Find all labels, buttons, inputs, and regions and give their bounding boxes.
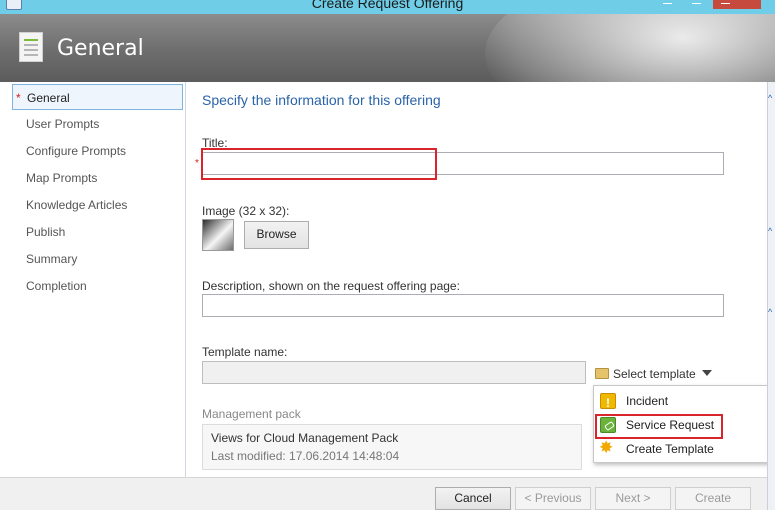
sidebar-item-general[interactable]: * General	[12, 84, 183, 110]
management-pack-label: Management pack	[202, 407, 301, 421]
menu-item-label: Create Template	[626, 442, 714, 456]
page-title: General	[57, 36, 144, 61]
sidebar-item-label: Configure Prompts	[26, 144, 127, 158]
title-bar: Create Request Offering	[0, 0, 775, 14]
required-marker: *	[195, 158, 199, 169]
sidebar-item-completion[interactable]: Completion	[12, 273, 183, 299]
title-input-highlight	[201, 148, 437, 180]
image-preview	[202, 219, 234, 251]
chevron-up-icon: ^	[768, 226, 773, 236]
description-input[interactable]	[202, 294, 724, 317]
minimize-button[interactable]	[655, 0, 679, 9]
chevron-down-icon	[701, 370, 712, 376]
management-pack-name: Views for Cloud Management Pack	[211, 431, 399, 445]
sidebar-item-label: Knowledge Articles	[26, 198, 128, 212]
wizard-header: General	[0, 14, 775, 82]
background-window-edge: ^ ^ ^	[767, 82, 775, 510]
menu-item-label: Incident	[626, 394, 669, 408]
management-pack-box: Views for Cloud Management Pack Last mod…	[202, 424, 582, 470]
browse-button[interactable]: Browse	[244, 221, 309, 249]
sidebar-item-label: Summary	[26, 252, 78, 266]
template-menu: Incident Service Request ✸ Create Templa…	[593, 385, 775, 463]
select-template-button[interactable]: Select template	[595, 365, 712, 383]
incident-icon	[600, 391, 616, 415]
sidebar-item-knowledge-articles[interactable]: Knowledge Articles	[12, 192, 183, 218]
create-button[interactable]: Create	[675, 487, 751, 510]
chevron-up-icon: ^	[768, 93, 773, 103]
close-button[interactable]	[713, 0, 761, 9]
section-title: Specify the information for this offerin…	[202, 92, 441, 108]
sidebar-item-label: Map Prompts	[26, 171, 98, 185]
select-template-label: Select template	[613, 367, 696, 381]
image-label: Image (32 x 32):	[202, 204, 290, 218]
menu-item-incident[interactable]: Incident	[594, 389, 774, 415]
header-decoration	[485, 14, 775, 82]
required-marker: *	[16, 91, 21, 105]
service-request-highlight	[595, 414, 723, 439]
template-name-field	[202, 361, 586, 384]
maximize-button[interactable]	[684, 0, 708, 9]
next-button[interactable]: Next >	[595, 487, 671, 510]
sidebar-item-label: Completion	[26, 279, 87, 293]
sidebar-item-map-prompts[interactable]: Map Prompts	[12, 165, 183, 191]
sidebar-item-label: User Prompts	[26, 117, 100, 131]
folder-icon	[595, 368, 609, 379]
sidebar-item-label: General	[27, 91, 70, 105]
document-icon	[19, 32, 43, 62]
sidebar-item-summary[interactable]: Summary	[12, 246, 183, 272]
previous-button[interactable]: < Previous	[515, 487, 591, 510]
create-template-icon: ✸	[599, 438, 614, 457]
wizard-steps-sidebar: * General User Prompts Configure Prompts…	[8, 82, 186, 477]
description-label: Description, shown on the request offeri…	[202, 279, 460, 293]
sidebar-item-publish[interactable]: Publish	[12, 219, 183, 245]
wizard-footer: Cancel < Previous Next > Create	[0, 477, 767, 510]
template-name-label: Template name:	[202, 345, 288, 359]
sidebar-item-label: Publish	[26, 225, 66, 239]
sidebar-item-user-prompts[interactable]: User Prompts	[12, 111, 183, 137]
cancel-button[interactable]: Cancel	[435, 487, 511, 510]
sidebar-item-configure-prompts[interactable]: Configure Prompts	[12, 138, 183, 164]
management-pack-modified: Last modified: 17.06.2014 14:48:04	[211, 449, 400, 463]
menu-item-create-template[interactable]: ✸ Create Template	[594, 437, 774, 461]
chevron-up-icon: ^	[768, 307, 773, 317]
